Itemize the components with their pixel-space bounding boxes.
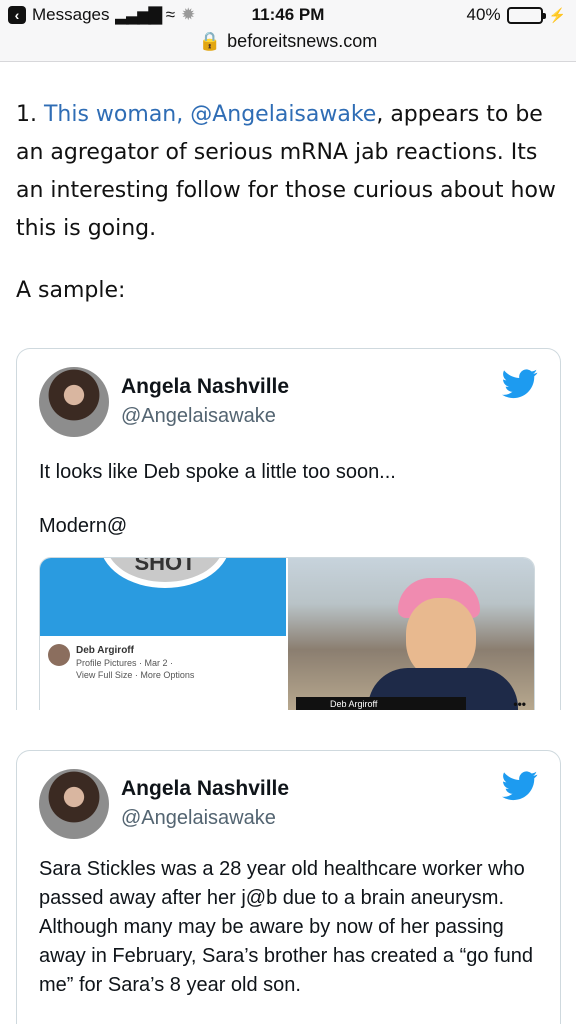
tweet-header[interactable]: Angela Nashville @Angelaisawake <box>39 769 289 839</box>
image-caption: Deb Argiroff <box>296 697 466 710</box>
profile-name: Deb Argiroff <box>76 645 134 656</box>
tweet-author-handle[interactable]: @Angelaisawake <box>121 807 289 830</box>
url-bar[interactable]: 🔒 beforeitsnews.com <box>0 31 576 52</box>
shot-text: SHOT <box>134 557 196 575</box>
sample-heading: A sample: <box>16 278 126 303</box>
twitter-bird-icon[interactable] <box>502 369 538 399</box>
media-image-right[interactable]: Deb Argiroff ••• <box>288 558 534 710</box>
more-options-icon: ••• <box>513 697 526 710</box>
embedded-tweet[interactable]: Angela Nashville @Angelaisawake It looks… <box>16 348 561 710</box>
avatar[interactable] <box>39 367 109 437</box>
battery-percent: 40% <box>466 5 501 24</box>
embedded-tweet[interactable]: Angela Nashville @Angelaisawake Sara Sti… <box>16 750 561 1024</box>
tweet-text: Modern@ <box>39 515 128 537</box>
tweet-author-handle[interactable]: @Angelaisawake <box>121 405 289 428</box>
status-bar: ‹ Messages ▂▃▅▇ ≈ ✹ 11:46 PM 40% ⚡ <box>0 0 576 30</box>
profile-links: View Full Size · More Options <box>76 670 195 680</box>
avatar <box>48 644 70 666</box>
account-link[interactable]: This woman, @Angelaisawake <box>44 102 376 127</box>
tweet-media[interactable]: SHOT Deb Argiroff Profile Pictures · Mar… <box>39 557 535 710</box>
avatar[interactable] <box>39 769 109 839</box>
tweet-author-name[interactable]: Angela Nashville <box>121 777 289 801</box>
paragraph-number: 1. <box>16 102 44 127</box>
media-image-left[interactable]: SHOT Deb Argiroff Profile Pictures · Mar… <box>40 558 288 710</box>
profile-snippet: Deb Argiroff Profile Pictures · Mar 2 · … <box>48 644 194 681</box>
tweet-text: Sara Stickles was a 28 year old healthca… <box>39 858 533 996</box>
profile-meta: Profile Pictures · Mar 2 · <box>76 658 174 668</box>
twitter-bird-icon[interactable] <box>502 771 538 801</box>
tweet-author-name[interactable]: Angela Nashville <box>121 375 289 399</box>
tweet-text: It looks like Deb spoke a little too soo… <box>39 461 396 483</box>
browser-chrome: ‹ Messages ▂▃▅▇ ≈ ✹ 11:46 PM 40% ⚡ 🔒 befo… <box>0 0 576 62</box>
charging-icon: ⚡ <box>548 6 566 23</box>
article-paragraph: 1. This woman, @Angelaisawake, appears t… <box>16 96 564 248</box>
url-text: beforeitsnews.com <box>227 31 378 51</box>
face <box>406 598 476 678</box>
tweet-header[interactable]: Angela Nashville @Angelaisawake <box>39 367 289 437</box>
battery-icon <box>506 6 546 24</box>
article-body: 1. This woman, @Angelaisawake, appears t… <box>16 96 564 334</box>
lock-icon: 🔒 <box>198 31 222 51</box>
